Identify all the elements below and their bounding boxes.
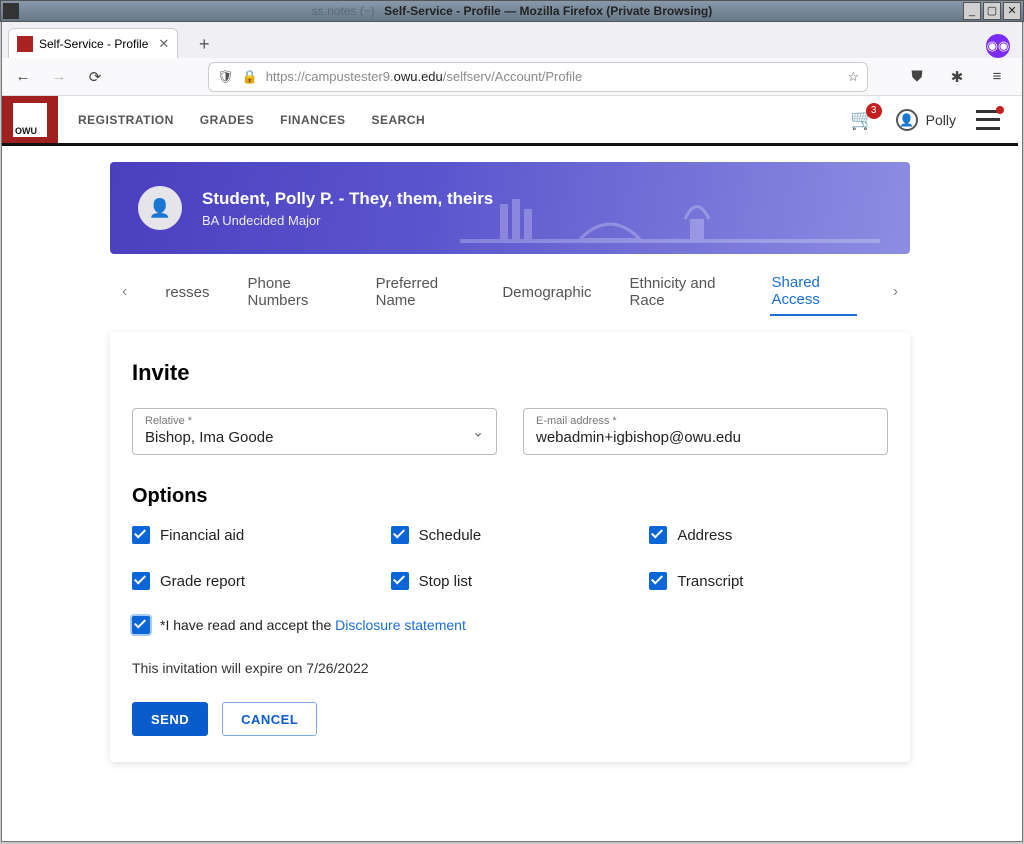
checkbox-financial-aid[interactable] (132, 526, 150, 544)
option-label: Grade report (160, 573, 245, 590)
app-header: REGISTRATION GRADES FINANCES SEARCH 🛒 3 … (2, 96, 1018, 146)
user-name: Polly (926, 112, 956, 128)
subtabs-scroll-left[interactable]: ‹ (120, 279, 129, 305)
nav-reload-button[interactable]: ⟳ (82, 64, 108, 90)
titlebar-background-app: ss.notes (~) (312, 4, 375, 18)
tab-favicon (17, 36, 33, 52)
os-window-titlebar: ss.notes (~) Self-Service - Profile — Mo… (0, 0, 1024, 22)
profile-avatar-icon: 👤 (138, 186, 182, 230)
send-button[interactable]: SEND (132, 702, 208, 736)
firefox-menu-button[interactable]: ≡ (984, 64, 1010, 90)
invite-heading: Invite (132, 360, 888, 386)
browser-tab-active[interactable]: Self-Service - Profile ✕ (8, 28, 178, 58)
top-nav: REGISTRATION GRADES FINANCES SEARCH (58, 96, 425, 143)
url-bar[interactable]: 🛡 🔒 https://campustester9.owu.edu/selfse… (208, 62, 868, 92)
option-grade-report[interactable]: Grade report (132, 572, 371, 590)
invitation-expire-text: This invitation will expire on 7/26/2022 (132, 660, 888, 676)
cancel-button[interactable]: CANCEL (222, 702, 317, 736)
tab-shared-access[interactable]: Shared Access (770, 268, 857, 316)
checkbox-transcript[interactable] (649, 572, 667, 590)
nav-grades[interactable]: GRADES (200, 113, 254, 127)
tab-close-icon[interactable]: ✕ (158, 36, 169, 52)
tab-title: Self-Service - Profile (39, 37, 148, 51)
option-transcript[interactable]: Transcript (649, 572, 888, 590)
relative-select[interactable]: Relative * Bishop, Ima Goode ⌄ (132, 408, 497, 455)
option-schedule[interactable]: Schedule (391, 526, 630, 544)
nav-forward-button[interactable]: → (46, 64, 72, 90)
tab-addresses[interactable]: resses (163, 278, 211, 307)
tab-demographic[interactable]: Demographic (500, 278, 593, 307)
url-text: https://campustester9.owu.edu/selfserv/A… (266, 69, 840, 84)
disclosure-text: *I have read and accept the Disclosure s… (160, 617, 466, 633)
browser-toolbar: ← → ⟳ 🛡 🔒 https://campustester9.owu.edu/… (2, 58, 1022, 96)
user-menu[interactable]: 👤 Polly (896, 109, 956, 131)
option-label: Schedule (419, 527, 482, 544)
app-menu-button[interactable] (976, 110, 1000, 130)
option-stop-list[interactable]: Stop list (391, 572, 630, 590)
window-close-button[interactable]: ✕ (1003, 2, 1021, 20)
brand-logo[interactable] (2, 96, 58, 143)
window-minimize-button[interactable]: _ (963, 2, 981, 20)
profile-subtabs: ‹ resses Phone Numbers Preferred Name De… (110, 254, 910, 326)
lock-icon[interactable]: 🔒 (242, 69, 258, 85)
nav-registration[interactable]: REGISTRATION (78, 113, 174, 127)
invite-card: Invite Relative * Bishop, Ima Goode ⌄ E-… (110, 332, 910, 762)
tab-preferred-name[interactable]: Preferred Name (374, 269, 467, 315)
relative-label: Relative * (145, 415, 484, 427)
option-label: Transcript (677, 573, 743, 590)
option-financial-aid[interactable]: Financial aid (132, 526, 371, 544)
email-label: E-mail address * (536, 415, 875, 427)
profile-major: BA Undecided Major (202, 213, 493, 228)
email-field[interactable]: E-mail address * webadmin+igbishop@owu.e… (523, 408, 888, 455)
relative-value: Bishop, Ima Goode (145, 429, 484, 446)
nav-back-button[interactable]: ← (10, 64, 36, 90)
private-browsing-icon: ◉◉ (986, 34, 1010, 58)
ublock-icon[interactable]: ⛊ (904, 64, 930, 90)
hero-decoration (460, 184, 880, 254)
user-avatar-icon: 👤 (896, 109, 918, 131)
option-label: Stop list (419, 573, 472, 590)
firefox-window: Self-Service - Profile ✕ + ◉◉ ← → ⟳ 🛡 🔒 … (1, 22, 1023, 842)
extension-icon[interactable]: ✱ (944, 64, 970, 90)
profile-name: Student, Polly P. - They, them, theirs (202, 189, 493, 209)
option-label: Address (677, 527, 732, 544)
cart-button[interactable]: 🛒 3 (850, 107, 876, 133)
checkbox-stop-list[interactable] (391, 572, 409, 590)
titlebar-title: Self-Service - Profile — Mozilla Firefox… (384, 4, 712, 18)
nav-search[interactable]: SEARCH (371, 113, 425, 127)
profile-hero: 👤 Student, Polly P. - They, them, theirs… (110, 162, 910, 254)
tab-phone-numbers[interactable]: Phone Numbers (246, 269, 340, 315)
disclosure-link[interactable]: Disclosure statement (335, 617, 466, 633)
checkbox-address[interactable] (649, 526, 667, 544)
checkbox-disclosure[interactable] (132, 616, 150, 634)
page-viewport: REGISTRATION GRADES FINANCES SEARCH 🛒 3 … (2, 96, 1022, 841)
bookmark-star-icon[interactable]: ☆ (847, 69, 859, 85)
disclosure-row: *I have read and accept the Disclosure s… (132, 616, 888, 634)
new-tab-button[interactable]: + (190, 30, 218, 58)
app-menu-notification-dot (996, 106, 1004, 114)
subtabs-scroll-right[interactable]: › (891, 279, 900, 305)
option-label: Financial aid (160, 527, 244, 544)
tab-ethnicity-race[interactable]: Ethnicity and Race (628, 269, 736, 315)
checkbox-grade-report[interactable] (132, 572, 150, 590)
cart-badge: 3 (866, 103, 882, 119)
checkbox-schedule[interactable] (391, 526, 409, 544)
nav-finances[interactable]: FINANCES (280, 113, 345, 127)
shield-icon[interactable]: 🛡 (217, 69, 234, 85)
window-maximize-button[interactable]: ▢ (983, 2, 1001, 20)
options-heading: Options (132, 485, 888, 508)
options-grid: Financial aid Schedule Address Grad (132, 526, 888, 590)
app-menu-icon[interactable] (3, 3, 19, 19)
email-value: webadmin+igbishop@owu.edu (536, 429, 875, 446)
browser-tabstrip: Self-Service - Profile ✕ + ◉◉ (2, 22, 1022, 58)
option-address[interactable]: Address (649, 526, 888, 544)
